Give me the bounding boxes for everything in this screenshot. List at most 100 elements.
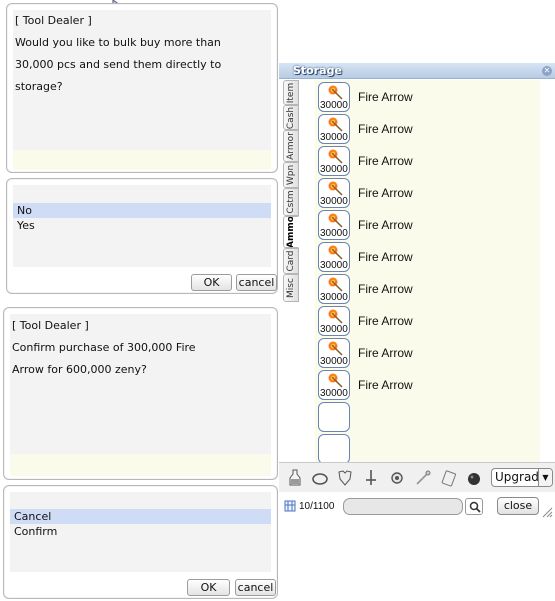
tab-item[interactable]: Item (283, 80, 299, 105)
search-input[interactable] (343, 498, 463, 515)
menu-options: No Yes (13, 203, 271, 233)
empty-item-slot[interactable] (318, 402, 350, 432)
tab-armor[interactable]: Armor (283, 130, 299, 162)
fire-arrow-icon (328, 117, 343, 132)
dialog-bulk-buy: [ Tool Dealer ] Would you like to bulk b… (6, 3, 278, 173)
dialog-line: Confirm purchase of 300,000 Fire (12, 341, 196, 354)
bomb-icon[interactable] (464, 468, 484, 488)
tab-label: Cash (286, 106, 296, 129)
storage-tabs: Item Cash Armor Wpn Cstm Ammo Card Misc (283, 80, 299, 312)
resize-grip-icon[interactable] (541, 506, 553, 518)
item-quantity: 30000 (320, 324, 348, 335)
fire-arrow-icon (328, 373, 343, 388)
item-name[interactable]: Fire Arrow (358, 122, 413, 136)
item-quantity: 30000 (320, 260, 348, 271)
storage-footer: 10/1100 close (279, 492, 555, 522)
item-slot[interactable]: 30000 (318, 178, 350, 208)
upgrade-dropdown[interactable]: Upgrade ▼ (491, 468, 553, 487)
storage-icon (284, 500, 296, 512)
item-slot[interactable]: 30000 (318, 82, 350, 112)
item-quantity: 30000 (320, 356, 348, 367)
item-name[interactable]: Fire Arrow (358, 378, 413, 392)
item-slot[interactable]: 30000 (318, 306, 350, 336)
tab-label: Card (286, 250, 296, 272)
search-button[interactable] (465, 498, 483, 515)
item-slot[interactable]: 30000 (318, 210, 350, 240)
tab-label: Armor (286, 132, 296, 160)
dialog-confirm-purchase: [ Tool Dealer ] Confirm purchase of 300,… (3, 307, 278, 480)
ring-icon[interactable] (310, 468, 330, 488)
card-icon[interactable] (439, 468, 459, 488)
menu-no-yes: No Yes OK cancel (6, 178, 278, 294)
dialog-message: [ Tool Dealer ] Would you like to bulk b… (15, 10, 267, 98)
tab-label: Item (286, 82, 296, 103)
item-name[interactable]: Fire Arrow (358, 346, 413, 360)
item-name[interactable]: Fire Arrow (358, 186, 413, 200)
npc-name: [ Tool Dealer ] (12, 319, 89, 332)
tab-label: Cstm (286, 190, 296, 214)
ok-button[interactable]: OK (187, 579, 230, 596)
item-slot[interactable]: 30000 (318, 242, 350, 272)
fire-arrow-icon (328, 181, 343, 196)
item-name[interactable]: Fire Arrow (358, 314, 413, 328)
cancel-button[interactable]: cancel (235, 579, 276, 596)
item-quantity: 30000 (320, 132, 348, 143)
ok-button[interactable]: OK (191, 274, 232, 291)
item-slot[interactable]: 30000 (318, 274, 350, 304)
npc-name: [ Tool Dealer ] (15, 14, 92, 27)
fire-arrow-icon (328, 245, 343, 260)
dialog-line: 30,000 pcs and send them directly to (15, 58, 222, 71)
item-slot[interactable]: 30000 (318, 338, 350, 368)
item-slot[interactable]: 30000 (318, 146, 350, 176)
tab-wpn[interactable]: Wpn (283, 162, 299, 188)
item-name[interactable]: Fire Arrow (358, 218, 413, 232)
wand-icon[interactable] (413, 468, 433, 488)
tab-cash[interactable]: Cash (283, 105, 299, 130)
storage-title: Storage (293, 64, 342, 77)
menu-item-no[interactable]: No (13, 203, 271, 218)
fire-arrow-icon (328, 309, 343, 324)
item-name[interactable]: Fire Arrow (358, 250, 413, 264)
item-name[interactable]: Fire Arrow (358, 154, 413, 168)
dialog-line: Arrow for 600,000 zeny? (12, 363, 147, 376)
storage-scrollbar[interactable] (540, 80, 555, 462)
item-slot[interactable]: 30000 (318, 114, 350, 144)
storage-count: 10/1100 (299, 501, 335, 512)
item-quantity: 30000 (320, 196, 348, 207)
cancel-button[interactable]: cancel (236, 274, 277, 291)
empty-item-slot[interactable] (318, 434, 350, 464)
menu-options: Cancel Confirm (10, 509, 271, 539)
potion-icon[interactable] (285, 468, 305, 488)
item-quantity: 30000 (320, 100, 348, 111)
storage-filter-toolbar: Upgrade ▼ (279, 462, 555, 492)
dialog-line: storage? (15, 80, 63, 93)
dialog-message: [ Tool Dealer ] Confirm purchase of 300,… (12, 315, 267, 381)
item-name[interactable]: Fire Arrow (358, 282, 413, 296)
dialog-line: Would you like to bulk buy more than (15, 36, 221, 49)
menu-item-cancel[interactable]: Cancel (10, 509, 271, 524)
item-name[interactable]: Fire Arrow (358, 90, 413, 104)
storage-window: Storage ✕ Item Cash Armor Wpn Cstm Ammo Card Mi… (279, 63, 555, 601)
gear-icon[interactable] (387, 468, 407, 488)
tab-cstm[interactable]: Cstm (283, 188, 299, 216)
item-quantity: 30000 (320, 388, 348, 399)
sword-icon[interactable] (361, 468, 381, 488)
fire-arrow-icon (328, 341, 343, 356)
close-button[interactable]: close (497, 497, 539, 515)
armor-icon[interactable] (335, 468, 355, 488)
fire-arrow-icon (328, 149, 343, 164)
tab-misc[interactable]: Misc (283, 274, 299, 302)
item-quantity: 30000 (320, 292, 348, 303)
menu-item-confirm[interactable]: Confirm (10, 524, 271, 539)
close-icon[interactable]: ✕ (542, 66, 552, 76)
menu-item-yes[interactable]: Yes (13, 218, 271, 233)
item-quantity: 30000 (320, 228, 348, 239)
menu-cancel-confirm: Cancel Confirm OK cancel (3, 485, 278, 599)
chevron-down-icon: ▼ (538, 469, 552, 486)
storage-title-bar[interactable]: Storage ✕ (279, 63, 555, 79)
item-slot[interactable]: 30000 (318, 370, 350, 400)
fire-arrow-icon (328, 277, 343, 292)
tab-label: Wpn (286, 164, 296, 186)
tab-ammo[interactable]: Ammo (283, 216, 299, 248)
tab-card[interactable]: Card (283, 248, 299, 274)
